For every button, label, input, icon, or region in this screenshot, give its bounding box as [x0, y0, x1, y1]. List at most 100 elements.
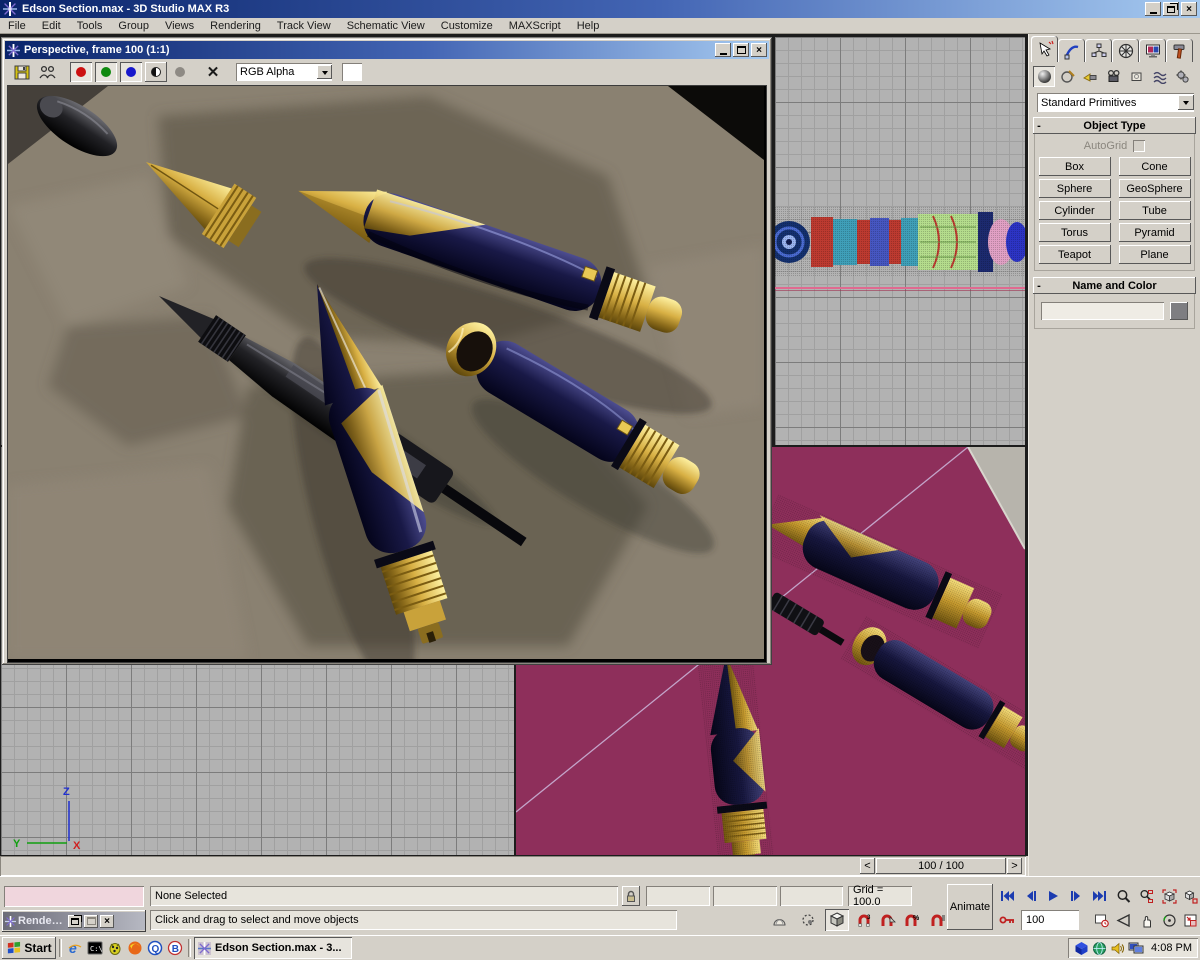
red-channel-toggle[interactable] — [70, 62, 92, 82]
angle-snap-toggle[interactable] — [877, 910, 899, 930]
app-minimize-button[interactable] — [1145, 2, 1161, 16]
tab-create[interactable] — [1031, 36, 1058, 62]
menu-customize[interactable]: Customize — [433, 19, 501, 33]
coordinate-x-field[interactable] — [646, 886, 710, 906]
render-frame-window[interactable]: Perspective, frame 100 (1:1) × ✕ — [2, 38, 772, 665]
monochrome-toggle[interactable] — [145, 62, 167, 82]
play-button[interactable] — [1042, 886, 1064, 906]
green-channel-toggle[interactable] — [95, 62, 117, 82]
tab-display[interactable] — [1139, 39, 1166, 62]
object-type-box[interactable]: Box — [1039, 157, 1111, 176]
object-type-teapot[interactable]: Teapot — [1039, 245, 1111, 264]
current-frame-field[interactable]: 100 — [1021, 910, 1079, 930]
previous-frame-button[interactable] — [1019, 886, 1041, 906]
spinner-snap-toggle[interactable] — [927, 910, 949, 930]
object-type-plane[interactable]: Plane — [1119, 245, 1191, 264]
animate-button[interactable]: Animate — [947, 884, 993, 930]
tab-hierarchy[interactable] — [1085, 39, 1112, 62]
coordinate-z-field[interactable] — [780, 886, 843, 906]
zoom-extents-all-button[interactable] — [1181, 886, 1200, 906]
menu-edit[interactable]: Edit — [34, 19, 69, 33]
task-button-max[interactable]: Edson Section.max - 3... — [194, 937, 352, 959]
alpha-channel-toggle[interactable] — [170, 62, 190, 82]
tray-cube-icon[interactable] — [1074, 941, 1089, 956]
zoom-all-button[interactable] — [1136, 886, 1157, 906]
background-color-swatch[interactable] — [342, 63, 362, 81]
next-frame-button[interactable] — [1065, 886, 1087, 906]
category-helpers[interactable] — [1125, 66, 1147, 87]
time-slider-next-button[interactable]: > — [1007, 858, 1022, 874]
degradation-override-button[interactable] — [768, 910, 790, 930]
render-window-titlebar[interactable]: Perspective, frame 100 (1:1) × — [5, 41, 769, 59]
chevron-down-icon[interactable] — [1178, 95, 1194, 110]
menu-rendering[interactable]: Rendering — [202, 19, 269, 33]
blue-channel-toggle[interactable] — [120, 62, 142, 82]
render-maximize-button[interactable] — [733, 43, 749, 57]
snap-toggle-3d[interactable]: 3 — [853, 910, 875, 930]
key-mode-toggle[interactable] — [996, 910, 1018, 930]
tray-display-icon[interactable] — [1128, 941, 1144, 955]
clear-render-button[interactable]: ✕ — [202, 62, 224, 82]
app-titlebar[interactable]: Edson Section.max - 3D Studio MAX R3 × — [0, 0, 1200, 18]
quicklaunch-terminal-icon[interactable]: C:\ — [85, 939, 105, 957]
selection-lock-toggle[interactable] — [622, 886, 640, 906]
zoom-extents-button[interactable] — [1159, 886, 1180, 906]
object-type-torus[interactable]: Torus — [1039, 223, 1111, 242]
min-max-toggle-button[interactable] — [1181, 910, 1200, 930]
menu-schematic-view[interactable]: Schematic View — [339, 19, 433, 33]
chevron-down-icon[interactable] — [317, 65, 332, 79]
category-shapes[interactable] — [1056, 66, 1078, 87]
render-scene-close-button[interactable]: × — [100, 915, 114, 928]
object-type-rollout-header[interactable]: - Object Type — [1033, 117, 1196, 134]
app-restore-button[interactable] — [1163, 2, 1179, 16]
quicklaunch-browser-icon[interactable] — [125, 939, 145, 957]
menu-views[interactable]: Views — [157, 19, 202, 33]
category-systems[interactable] — [1171, 66, 1193, 87]
tab-utilities[interactable] — [1166, 39, 1193, 62]
tab-motion[interactable] — [1112, 39, 1139, 62]
quicklaunch-b-app-icon[interactable]: B — [165, 939, 185, 957]
go-to-end-button[interactable] — [1088, 886, 1110, 906]
coordinate-y-field[interactable] — [713, 886, 777, 906]
menu-tools[interactable]: Tools — [69, 19, 111, 33]
pan-button[interactable] — [1136, 910, 1157, 930]
maxscript-mini-listener[interactable] — [4, 886, 144, 907]
save-bitmap-button[interactable] — [11, 62, 33, 82]
tray-volume-icon[interactable] — [1110, 941, 1125, 956]
category-cameras[interactable] — [1102, 66, 1124, 87]
field-of-view-button[interactable] — [1113, 910, 1134, 930]
object-name-input[interactable] — [1041, 302, 1164, 320]
menu-track-view[interactable]: Track View — [269, 19, 339, 33]
viewport-top-right[interactable] — [775, 37, 1025, 445]
arc-rotate-button[interactable] — [1159, 910, 1180, 930]
time-configuration-button[interactable] — [1091, 910, 1112, 930]
zoom-button[interactable] — [1113, 886, 1134, 906]
category-space-warps[interactable] — [1148, 66, 1170, 87]
quicklaunch-bug-icon[interactable] — [105, 939, 125, 957]
category-lights[interactable] — [1079, 66, 1101, 87]
object-type-pyramid[interactable]: Pyramid — [1119, 223, 1191, 242]
primitives-dropdown[interactable]: Standard Primitives — [1037, 93, 1194, 112]
time-slider-prev-button[interactable]: < — [860, 858, 875, 874]
object-type-cylinder[interactable]: Cylinder — [1039, 201, 1111, 220]
render-scene-restore-button[interactable] — [68, 915, 82, 928]
render-close-button[interactable]: × — [751, 43, 767, 57]
autogrid-checkbox[interactable] — [1133, 140, 1145, 152]
tab-modify[interactable] — [1058, 39, 1085, 62]
time-slider-handle[interactable]: 100 / 100 — [876, 858, 1006, 874]
menu-file[interactable]: File — [0, 19, 34, 33]
name-color-rollout-header[interactable]: - Name and Color — [1033, 277, 1196, 294]
object-type-sphere[interactable]: Sphere — [1039, 179, 1111, 198]
quicklaunch-q-app-icon[interactable]: Q — [145, 939, 165, 957]
selection-region-button[interactable] — [797, 910, 819, 930]
menu-maxscript[interactable]: MAXScript — [501, 19, 569, 33]
render-minimize-button[interactable] — [715, 43, 731, 57]
render-scene-maximize-button[interactable] — [84, 915, 98, 928]
tray-globe-icon[interactable] — [1092, 941, 1107, 956]
start-button[interactable]: Start — [2, 937, 56, 959]
object-type-cone[interactable]: Cone — [1119, 157, 1191, 176]
clone-render-button[interactable] — [36, 62, 60, 82]
time-slider-track[interactable]: < 100 / 100 > — [0, 856, 1026, 876]
menu-help[interactable]: Help — [569, 19, 608, 33]
quicklaunch-internet-explorer-icon[interactable]: e — [65, 939, 85, 957]
